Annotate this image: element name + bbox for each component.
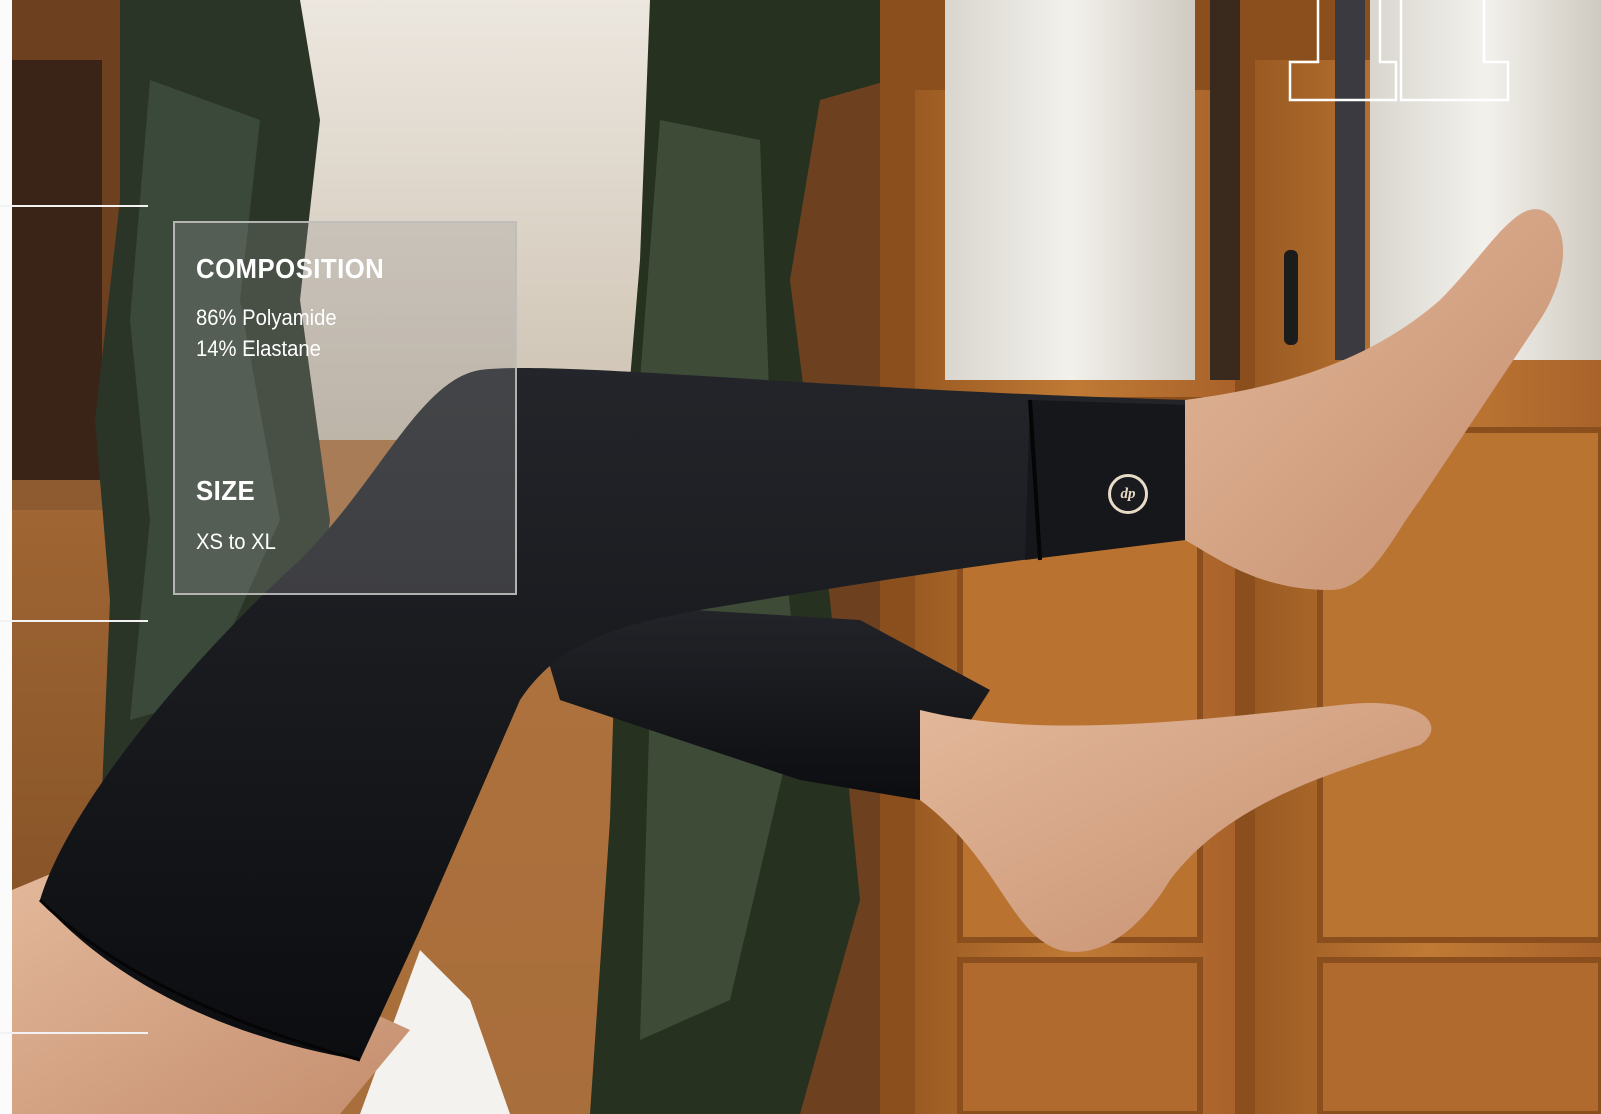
tick-mark <box>0 205 148 207</box>
logo-outline <box>1288 0 1510 102</box>
brand-monogram: dp <box>1120 485 1136 502</box>
composition-heading: COMPOSITION <box>196 253 385 284</box>
tick-mark <box>0 620 148 622</box>
size-value: XS to XL <box>196 529 276 554</box>
composition-line: 14% Elastane <box>196 336 321 361</box>
brand-badge: dp <box>1108 474 1148 514</box>
door-curtain-left <box>945 0 1195 380</box>
spec-panel: COMPOSITION 86% Polyamide 14% Elastane S… <box>173 221 517 595</box>
composition-line: 86% Polyamide <box>196 305 337 330</box>
tick-mark <box>0 1032 148 1034</box>
left-border <box>0 0 12 1114</box>
door-handle <box>1284 250 1298 345</box>
size-heading: SIZE <box>196 475 256 506</box>
dark-window <box>12 60 102 480</box>
